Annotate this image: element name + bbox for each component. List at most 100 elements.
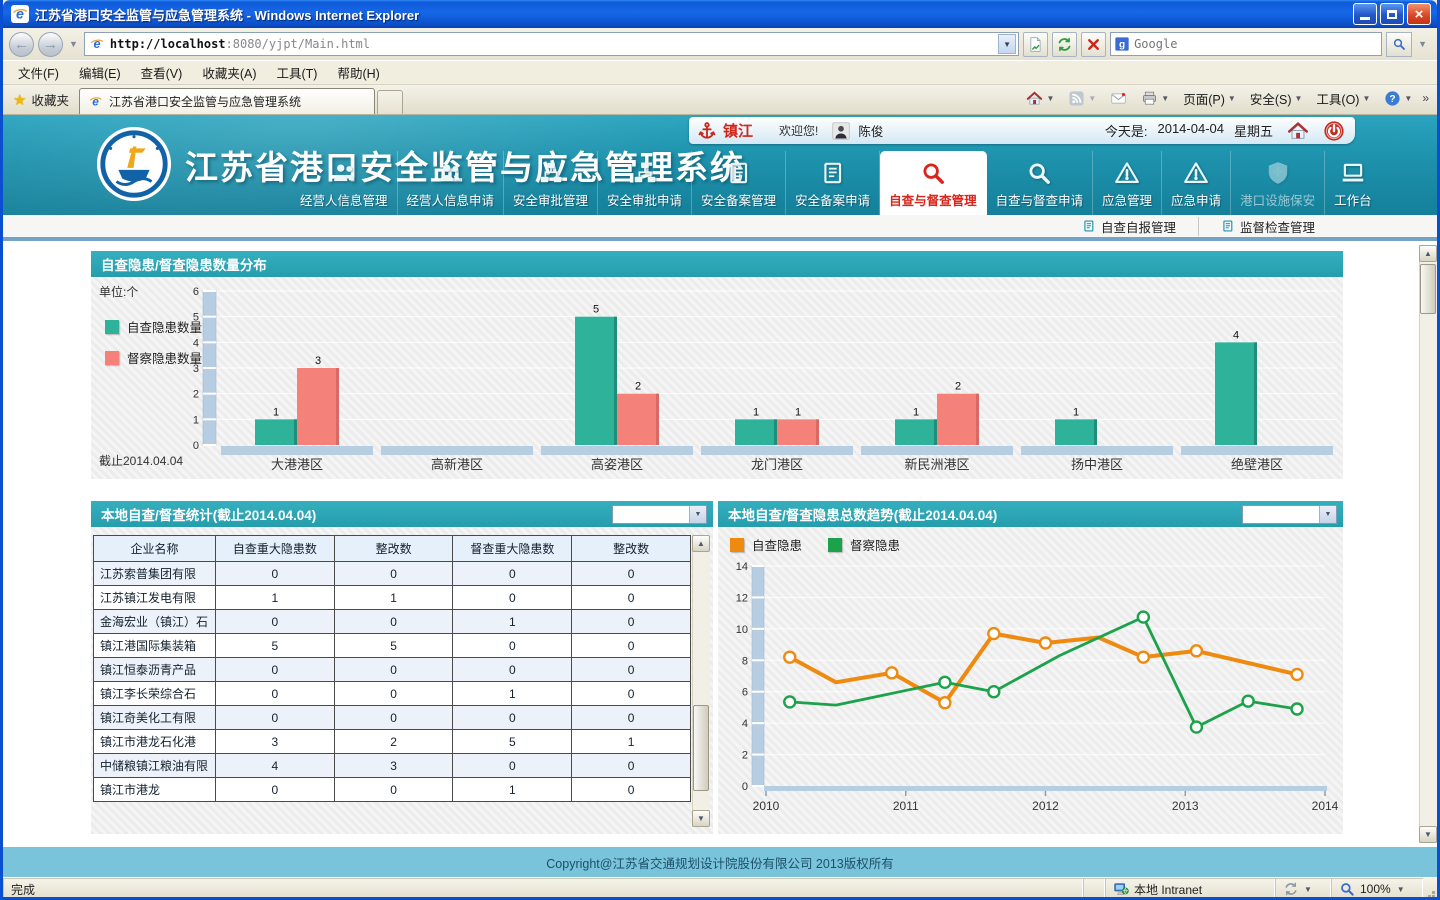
refresh-button[interactable] xyxy=(1052,32,1077,57)
menu-item[interactable]: 工具(T) xyxy=(267,60,326,85)
nav-item-warning[interactable]: 应急管理 xyxy=(1093,151,1162,215)
category-label: 扬中港区 xyxy=(1071,457,1123,472)
subnav-item[interactable]: 自查自报管理 xyxy=(1060,217,1198,236)
table-row[interactable]: 镇江李长荣综合石0010 xyxy=(94,682,691,706)
mail-button[interactable] xyxy=(1104,88,1133,109)
home-shortcut-icon[interactable] xyxy=(1287,120,1309,142)
menu-item[interactable]: 帮助(H) xyxy=(328,60,388,85)
page-menu-button[interactable]: 页面(P)▼ xyxy=(1177,87,1242,110)
subnav-item[interactable]: 监督检查管理 xyxy=(1198,217,1337,236)
page-scroll-thumb[interactable] xyxy=(1420,264,1436,314)
table-scroll-thumb[interactable] xyxy=(693,705,709,791)
bar-value-label: 1 xyxy=(273,406,279,418)
table-scrollbar[interactable]: ▲ ▼ xyxy=(692,535,710,827)
nav-item-laptop[interactable]: 工作台 xyxy=(1325,151,1381,215)
nav-item-shield[interactable]: 港口设施保安 xyxy=(1231,151,1325,215)
table-row[interactable]: 中储粮镇江粮油有限4300 xyxy=(94,754,691,778)
favorites-button[interactable]: ★ 收藏夹 xyxy=(7,90,79,114)
bar-shadow xyxy=(1094,419,1097,445)
baseline-segment xyxy=(541,446,693,455)
rss-button[interactable]: ▼ xyxy=(1062,88,1102,109)
table-header-row: 企业名称自查重大隐患数整改数督查重大隐患数整改数 xyxy=(94,536,691,562)
restore-button[interactable] xyxy=(1380,3,1404,25)
table-row[interactable]: 江苏索普集团有限0000 xyxy=(94,562,691,586)
data-point-marker xyxy=(1243,696,1254,707)
table-row[interactable]: 镇江市港龙0010 xyxy=(94,778,691,802)
nav-item-warning[interactable]: 应急申请 xyxy=(1162,151,1231,215)
page-scrollbar[interactable]: ▲ ▼ xyxy=(1419,245,1437,843)
nav-item-document[interactable]: 安全备案管理 xyxy=(692,151,786,215)
value-cell: 0 xyxy=(334,706,453,730)
forward-button[interactable]: → xyxy=(38,32,63,57)
orgchart-icon xyxy=(632,160,658,186)
legend-label: 督察隐患数量 xyxy=(127,348,202,367)
logout-power-icon[interactable] xyxy=(1323,120,1345,142)
back-button[interactable]: ← xyxy=(9,32,34,57)
page-scroll-down-icon[interactable]: ▼ xyxy=(1419,826,1437,843)
nav-item-users[interactable]: 经营人信息管理 xyxy=(291,151,398,215)
statistics-filter-select[interactable]: ▼ xyxy=(612,505,707,524)
nav-item-magnifier[interactable]: 自查与督查管理 xyxy=(880,151,987,215)
table-row[interactable]: 镇江港国际集装箱5500 xyxy=(94,634,691,658)
table-scroll-down-icon[interactable]: ▼ xyxy=(692,810,710,827)
minimize-button[interactable] xyxy=(1353,3,1377,25)
table-row[interactable]: 镇江恒泰沥青产品0000 xyxy=(94,658,691,682)
table-row[interactable]: 金海宏业（镇江）石0010 xyxy=(94,610,691,634)
baseline-segment xyxy=(861,446,1013,455)
menu-item[interactable]: 编辑(E) xyxy=(70,60,130,85)
menu-item[interactable]: 文件(F) xyxy=(9,60,68,85)
new-tab-stub[interactable] xyxy=(377,90,403,114)
y-axis-tick xyxy=(203,290,216,292)
nav-item-label: 安全备案管理 xyxy=(701,190,776,209)
tools-menu-button[interactable]: 工具(O)▼ xyxy=(1310,87,1376,110)
warning-icon xyxy=(1114,160,1140,186)
zoom-control[interactable]: 100% ▼ xyxy=(1331,878,1423,900)
address-dropdown-button[interactable]: ▼ xyxy=(998,34,1016,54)
ie-window: e 江苏省港口安全监管与应急管理系统 - Windows Internet Ex… xyxy=(0,0,1440,900)
value-cell: 0 xyxy=(572,658,691,682)
close-button[interactable]: × xyxy=(1407,3,1431,25)
table-row[interactable]: 镇江奇美化工有限0000 xyxy=(94,706,691,730)
table-scroll-up-icon[interactable]: ▲ xyxy=(692,535,710,552)
data-point-marker xyxy=(1138,612,1149,623)
resize-grip[interactable] xyxy=(1423,878,1437,900)
menu-item[interactable]: 查看(V) xyxy=(132,60,192,85)
value-cell: 0 xyxy=(572,754,691,778)
search-magnifier-icon xyxy=(1392,37,1406,51)
home-button[interactable]: ▼ xyxy=(1020,88,1060,109)
y-axis-column xyxy=(752,566,764,786)
security-menu-button[interactable]: 安全(S)▼ xyxy=(1244,87,1309,110)
protected-mode-button[interactable]: ▼ xyxy=(1275,878,1331,900)
address-bar[interactable]: e http://localhost :8080/yjpt/Main.html … xyxy=(84,32,1019,56)
help-button[interactable]: ?▼ xyxy=(1378,88,1418,109)
bar-panel-title: 自查隐患/督查隐患数量分布 xyxy=(91,251,1343,277)
search-go-button[interactable] xyxy=(1386,32,1412,57)
print-button[interactable]: ▼ xyxy=(1135,88,1175,109)
page-scroll-up-icon[interactable]: ▲ xyxy=(1419,245,1437,262)
search-input[interactable] xyxy=(1134,37,1379,51)
search-options-icon[interactable]: ▼ xyxy=(1416,39,1429,49)
nav-item-orgchart[interactable]: 安全审批管理 xyxy=(504,151,598,215)
window-title: 江苏省港口安全监管与应急管理系统 - Windows Internet Expl… xyxy=(35,5,1353,24)
stop-button[interactable] xyxy=(1081,32,1106,57)
nav-item-magnifier[interactable]: 自查与督查申请 xyxy=(987,151,1094,215)
browser-tab[interactable]: e 江苏省港口安全监管与应急管理系统 xyxy=(79,88,375,114)
trend-filter-select[interactable]: ▼ xyxy=(1242,505,1337,524)
y-axis-tick xyxy=(752,754,764,756)
nav-item-orgchart[interactable]: 安全审批申请 xyxy=(598,151,692,215)
table-row[interactable]: 江苏镇江发电有限1100 xyxy=(94,586,691,610)
user-name: 陈俊 xyxy=(858,121,883,140)
tools-menu-label: 工具(O) xyxy=(1316,89,1359,108)
bar xyxy=(1215,342,1257,445)
search-box[interactable]: g xyxy=(1110,32,1382,56)
baseline-segment xyxy=(381,446,533,455)
compatibility-view-button[interactable] xyxy=(1023,32,1048,57)
history-dropdown-icon[interactable]: ▼ xyxy=(67,39,80,49)
value-cell: 3 xyxy=(215,730,334,754)
table-row[interactable]: 镇江市港龙石化港3251 xyxy=(94,730,691,754)
more-commands-icon[interactable]: » xyxy=(1420,91,1433,107)
menu-item[interactable]: 收藏夹(A) xyxy=(193,60,265,85)
data-point-marker xyxy=(988,686,999,697)
nav-item-users[interactable]: 经营人信息申请 xyxy=(398,151,505,215)
nav-item-document[interactable]: 安全备案申请 xyxy=(786,151,880,215)
